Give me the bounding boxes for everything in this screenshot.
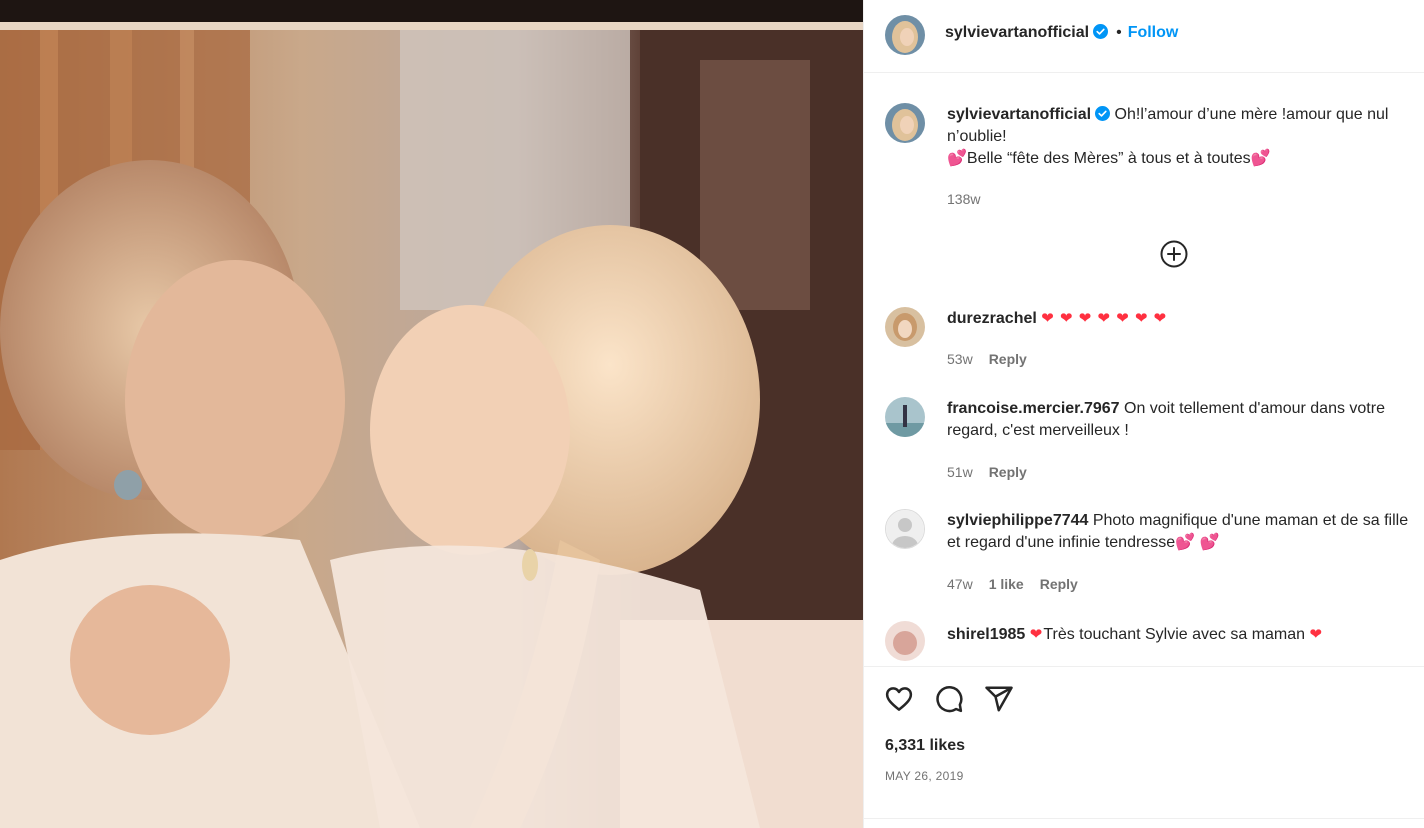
separator-dot: • (1116, 24, 1122, 41)
default-avatar-icon (886, 510, 924, 548)
commenter-avatar[interactable] (885, 509, 925, 549)
post-side-panel: sylvievartanofficial • Follow sylvievartan… (863, 0, 1424, 828)
comment-likes[interactable]: 1 like (989, 576, 1024, 592)
post-header: sylvievartanofficial • Follow (864, 0, 1424, 73)
comment-meta: 47w 1 like Reply (947, 576, 1094, 592)
caption-line2: Belle “fête des Mères” à tous et à toute… (966, 150, 1251, 167)
reply-button[interactable]: Reply (1040, 576, 1078, 592)
post-photo[interactable] (0, 0, 863, 828)
comment-text: Très touchant Sylvie avec sa maman (1043, 626, 1306, 643)
commenter-username[interactable]: shirel1985 (947, 626, 1025, 643)
commenter-avatar[interactable] (885, 307, 925, 347)
comment-time[interactable]: 51w (947, 464, 973, 480)
heart-icon[interactable] (884, 684, 914, 714)
share-icon[interactable] (984, 684, 1014, 714)
photo-illustration (0, 0, 863, 828)
commenter-avatar[interactable] (885, 397, 925, 437)
comment-meta: 51w Reply (947, 464, 1043, 480)
likes-count[interactable]: 6,331 likes (885, 737, 965, 755)
verified-badge-icon (1093, 24, 1109, 39)
author-avatar[interactable] (885, 103, 925, 143)
commenter-username[interactable]: durezrachel (947, 310, 1037, 327)
pink-hearts-emoji: 💕 (1250, 150, 1271, 167)
post-actions: 6,331 likes MAY 26, 2019 (864, 666, 1424, 783)
add-comment-divider (864, 818, 1424, 819)
pink-hearts-emoji: 💕 💕 (1175, 534, 1220, 551)
caption-time[interactable]: 138w (947, 191, 980, 207)
comments-list[interactable]: sylvievartanofficial Oh!l’amour d’une mè… (864, 74, 1424, 666)
commenter-username[interactable]: francoise.mercier.7967 (947, 400, 1120, 417)
follow-button[interactable]: Follow (1128, 24, 1179, 41)
author-avatar[interactable] (885, 15, 925, 55)
heart-emoji: ❤ (1309, 626, 1324, 643)
comment-time[interactable]: 53w (947, 351, 973, 367)
reply-button[interactable]: Reply (989, 351, 1027, 367)
commenter-avatar[interactable] (885, 621, 925, 661)
reply-button[interactable]: Reply (989, 464, 1027, 480)
caption-meta: 138w (947, 191, 996, 207)
comment-icon[interactable] (934, 684, 964, 714)
verified-badge-icon (1095, 106, 1111, 121)
comment-text: ❤ ❤ ❤ ❤ ❤ ❤ ❤ (1041, 310, 1168, 327)
plus-circle-icon[interactable] (1160, 240, 1188, 268)
comment-meta: 53w Reply (947, 351, 1043, 367)
comment-time[interactable]: 47w (947, 576, 973, 592)
commenter-username[interactable]: sylviephilippe7744 (947, 512, 1088, 529)
post-date[interactable]: MAY 26, 2019 (885, 769, 964, 783)
caption-username[interactable]: sylvievartanofficial (947, 106, 1091, 123)
caption-text: sylvievartanofficial Oh!l’amour d’une mè… (947, 104, 1417, 170)
heart-emoji: ❤ (1029, 626, 1044, 643)
pink-hearts-emoji: 💕 (947, 150, 967, 167)
author-username[interactable]: sylvievartanofficial (945, 24, 1089, 41)
